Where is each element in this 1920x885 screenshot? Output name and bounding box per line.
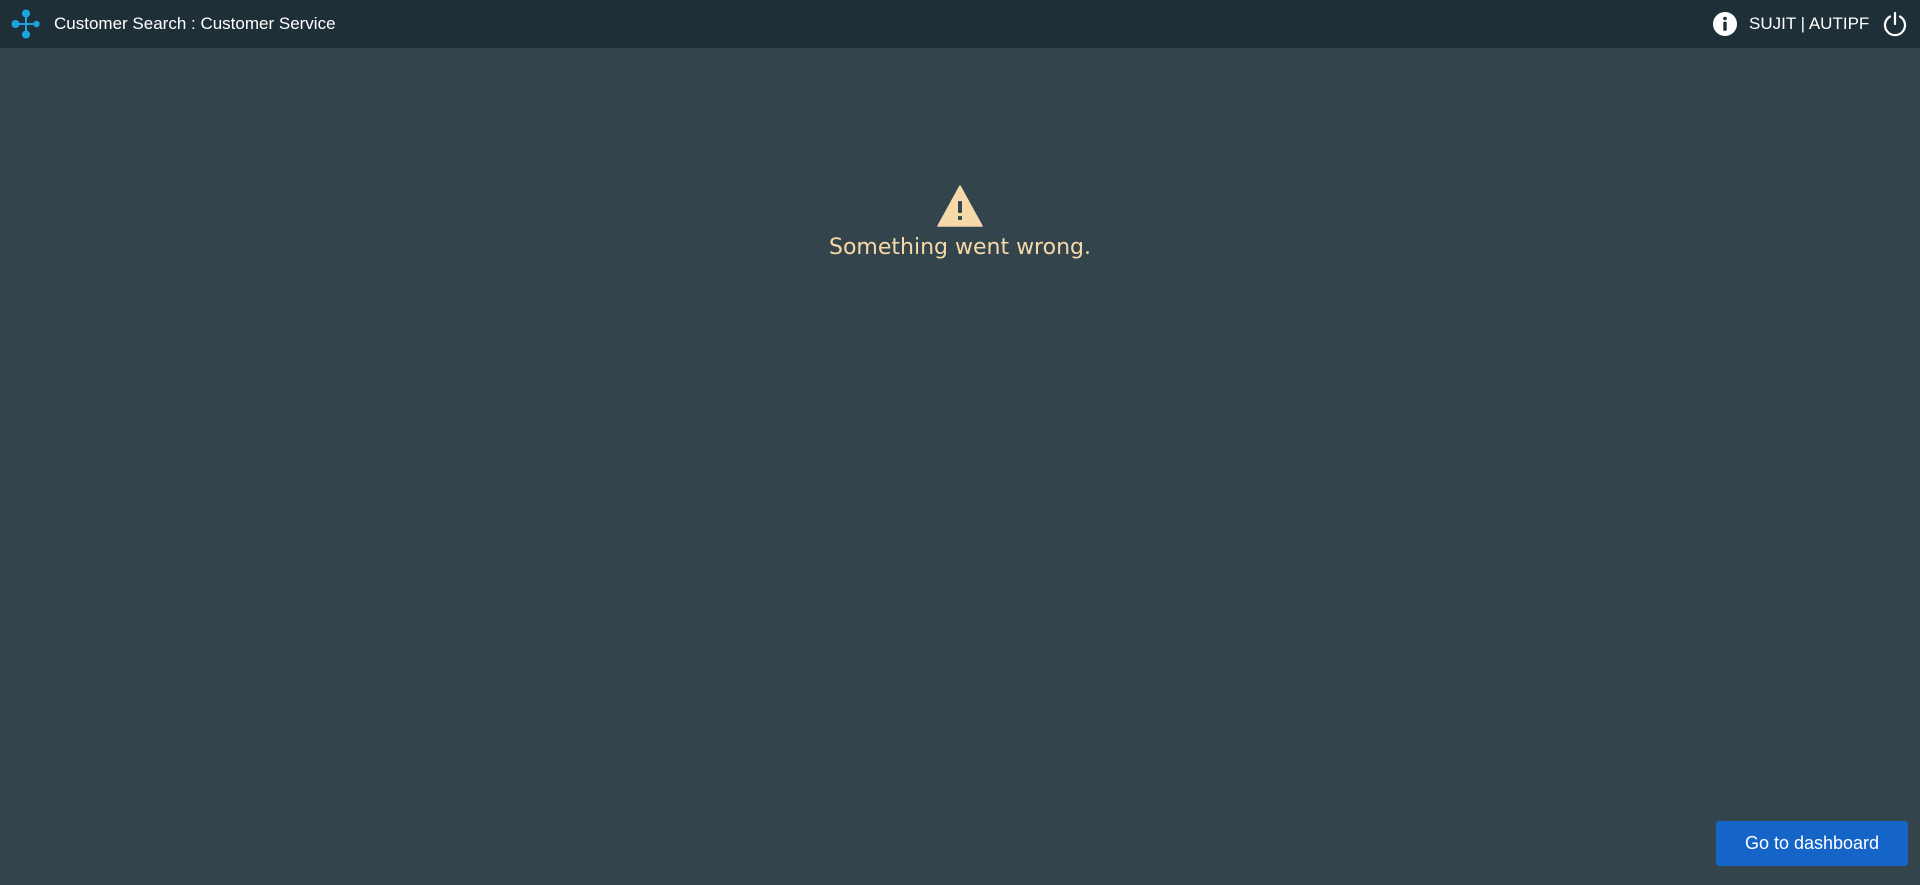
top-bar: Customer Search : Customer Service SUJIT…	[0, 0, 1920, 48]
error-message: Something went wrong.	[829, 235, 1091, 260]
user-label: SUJIT | AUTIPF	[1749, 14, 1870, 33]
app-title: Customer Search : Customer Service	[54, 14, 336, 33]
go-to-dashboard-button[interactable]: Go to dashboard	[1716, 821, 1908, 866]
error-panel: Something went wrong.	[0, 182, 1920, 272]
molecule-logo-icon	[11, 9, 40, 39]
power-icon[interactable]	[1882, 11, 1908, 37]
info-icon[interactable]	[1713, 12, 1737, 36]
warning-icon	[937, 185, 983, 227]
